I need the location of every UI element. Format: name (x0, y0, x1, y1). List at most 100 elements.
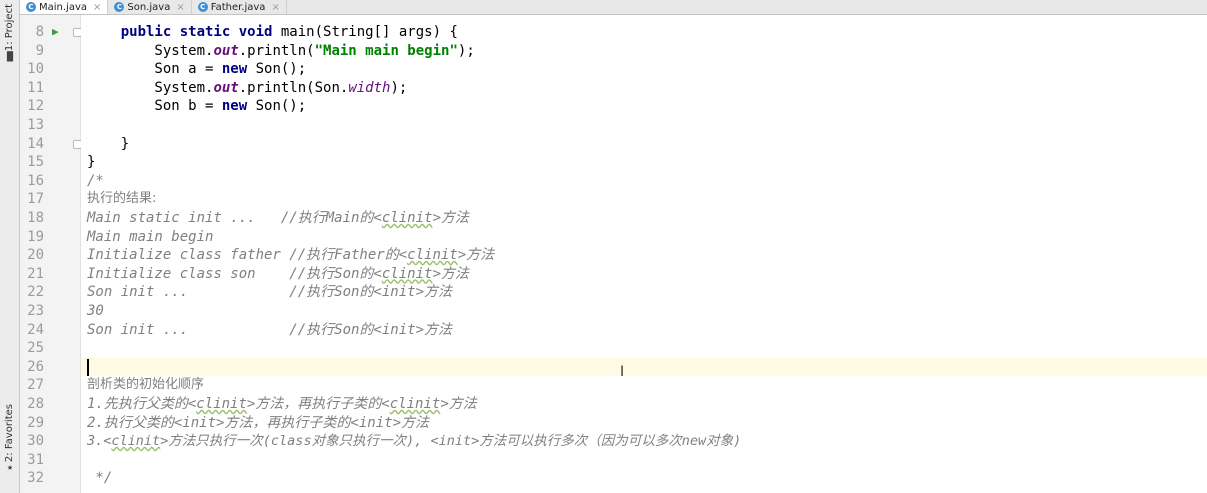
code-line: System.out.println(Son.width); (81, 79, 1207, 98)
text-caret (87, 358, 89, 376)
gutter-line: 19 (20, 228, 81, 247)
line-number: 26 (27, 358, 44, 375)
comment-text: Initialize class father //执行Father的<clin… (87, 247, 495, 264)
run-icon[interactable]: ▶ (52, 23, 59, 42)
gutter-line: 17 (20, 190, 81, 209)
code-editor[interactable]: public static void main(String[] args) {… (81, 15, 1207, 493)
gutter-line: 15 (20, 153, 81, 172)
folder-icon: ▇ (6, 51, 14, 63)
tab-father-java[interactable]: C Father.java × (192, 0, 287, 14)
close-icon[interactable]: × (271, 2, 279, 13)
code-line: Son a = new Son(); (81, 60, 1207, 79)
java-class-icon: C (197, 2, 208, 12)
comment-text: 2.执行父类的<init>方法，再执行子类的<init>方法 (87, 414, 430, 431)
code-text: } (87, 135, 130, 152)
gutter-line: 24 (20, 321, 81, 340)
gutter-line: 22 (20, 283, 81, 302)
gutter-line: 13 (20, 116, 81, 135)
comment-text: Main main begin (87, 228, 214, 245)
gutter-line: 29 (20, 414, 81, 433)
tab-main-java[interactable]: C Main.java × (20, 0, 109, 14)
gutter-line: 8 ▶ (20, 23, 82, 42)
tab-label: Son.java (127, 1, 171, 13)
line-number: 28 (27, 396, 44, 412)
comment-line: 剖析类的初始化顺序 (81, 376, 1207, 395)
gutter-line: 11 (20, 79, 81, 98)
favorites-tool-label: 2: Favorites (4, 404, 15, 463)
comment-text: 1.先执行父类的<clinit>方法，再执行子类的<clinit>方法 (87, 396, 477, 412)
comment-line: Initialize class father //执行Father的<clin… (81, 246, 1207, 265)
line-number: 31 (27, 451, 44, 468)
line-number: 20 (27, 247, 44, 264)
code-line: System.out.println("Main main begin"); (81, 42, 1207, 61)
gutter-line: 28 (20, 395, 81, 414)
comment-text: 3.<clinit>方法只执行一次(class对象只执行一次), <init>方… (87, 433, 742, 450)
line-number: 18 (27, 210, 44, 226)
line-number: 32 (27, 470, 44, 487)
line-number: 14 (27, 135, 44, 152)
editor-gutter[interactable]: 8 ▶ 9 10 11 12 13 14 15 16 17 18 19 20 2… (20, 15, 82, 493)
comment-line: 30 (81, 302, 1207, 321)
line-number: 25 (27, 340, 44, 357)
project-tool-button[interactable]: 1: Project ▇ (2, 4, 18, 63)
gutter-line: 32 (20, 469, 81, 488)
line-number: 8 (35, 24, 44, 40)
comment-line: 1.先执行父类的<clinit>方法，再执行子类的<clinit>方法 (81, 395, 1207, 414)
line-number: 23 (27, 303, 44, 319)
comment-line: Son init ... //执行Son的<init>方法 (81, 283, 1207, 302)
gutter-line: 30 (20, 432, 81, 451)
favorites-tool-button[interactable]: 2: Favorites ★ (2, 404, 18, 474)
gutter-line: 21 (20, 265, 81, 284)
gutter-line: 12 (20, 97, 81, 116)
line-number: 29 (27, 414, 44, 431)
code-text: public static void main(String[] args) { (120, 24, 458, 40)
code-line: Son b = new Son(); (81, 97, 1207, 116)
line-number: 13 (27, 117, 44, 133)
line-number: 11 (27, 79, 44, 96)
line-number: 15 (27, 154, 44, 171)
comment-text: Son init ... //执行Son的<init>方法 (87, 284, 453, 301)
current-line (81, 357, 1207, 377)
comment-line: Main main begin (81, 228, 1207, 247)
gutter-line: 18 (20, 209, 81, 228)
code-line: } (81, 135, 1207, 154)
gutter-line: 27 (20, 376, 81, 395)
comment-line: */ (81, 469, 1207, 488)
tab-son-java[interactable]: C Son.java × (108, 0, 192, 14)
code-line: public static void main(String[] args) { (81, 23, 1207, 42)
java-class-icon: C (26, 2, 36, 12)
close-icon[interactable]: × (93, 2, 101, 13)
star-icon: ★ (6, 462, 14, 474)
comment-text: /* (87, 172, 104, 189)
line-number: 21 (27, 265, 44, 282)
gutter-line: 23 (20, 302, 81, 321)
line-number: 30 (27, 433, 44, 450)
tab-label: Main.java (39, 1, 88, 13)
comment-text: Initialize class son //执行Son的<clinit>方法 (87, 265, 469, 282)
tool-window-strip: 1: Project ▇ 2: Favorites ★ (0, 0, 20, 493)
code-text: System.out.println("Main main begin"); (87, 42, 475, 59)
comment-line: 2.执行父类的<init>方法，再执行子类的<init>方法 (81, 414, 1207, 433)
gutter-line: 9 (20, 42, 81, 61)
comment-text: 剖析类的初始化顺序 (87, 377, 205, 393)
gutter-line: 20 (20, 246, 81, 265)
text-cursor-icon: I (620, 364, 625, 380)
comment-text: 执行的结果: (87, 191, 157, 207)
gutter-line: 14 (20, 135, 82, 154)
comment-line: /* (81, 172, 1207, 191)
line-number: 24 (27, 321, 44, 338)
line-number: 16 (27, 172, 44, 189)
code-text: } (87, 154, 96, 171)
line-number: 27 (27, 377, 44, 394)
code-line: } (81, 153, 1207, 172)
comment-text: 30 (87, 303, 104, 319)
editor-tab-bar: C Main.java × C Son.java × C Father.java… (20, 0, 1207, 15)
line-number: 17 (27, 191, 44, 208)
java-class-icon: C (114, 2, 125, 12)
line-number: 9 (35, 42, 44, 59)
comment-line: 3.<clinit>方法只执行一次(class对象只执行一次), <init>方… (81, 432, 1207, 451)
line-number: 10 (27, 61, 44, 78)
gutter-line: 31 (20, 451, 81, 470)
code-text: Son b = new Son(); (87, 98, 307, 115)
close-icon[interactable]: × (176, 2, 184, 13)
